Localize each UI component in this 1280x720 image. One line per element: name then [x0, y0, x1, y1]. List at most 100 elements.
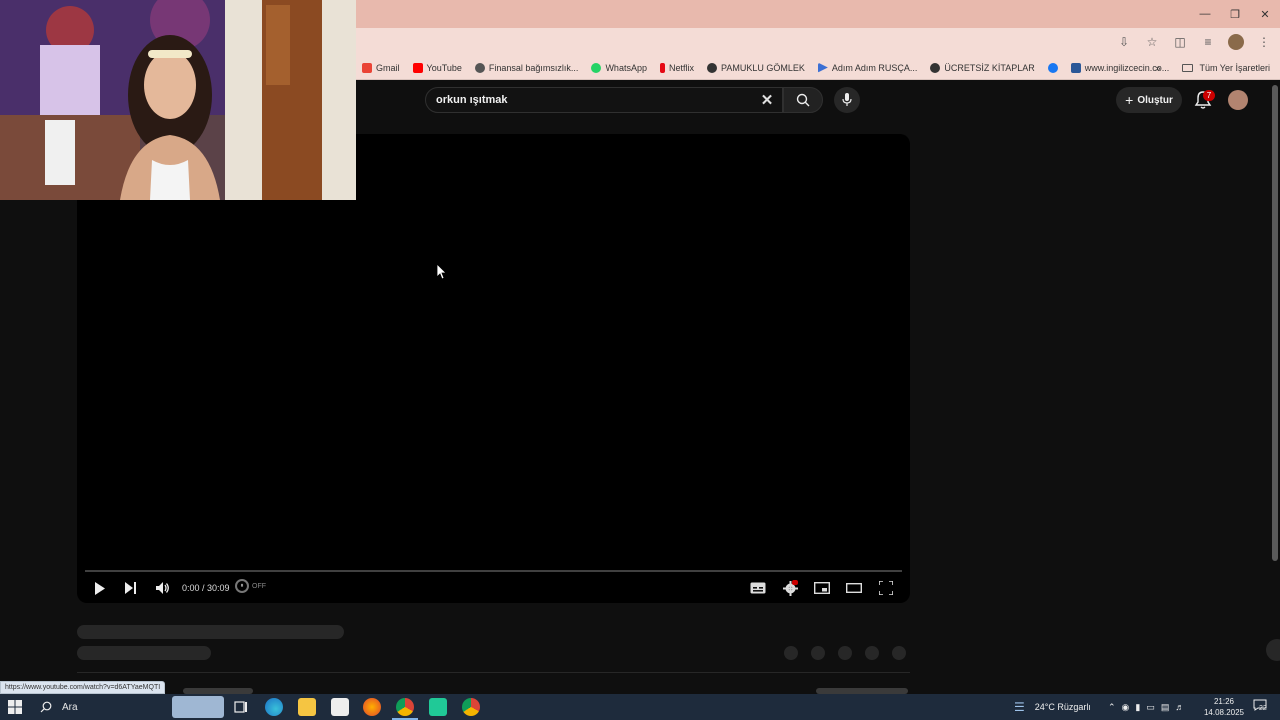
notification-count-badge: 7: [1203, 90, 1215, 101]
next-button[interactable]: [121, 578, 141, 598]
user-avatar[interactable]: [1228, 90, 1248, 110]
volume-icon: [156, 582, 169, 594]
restore-icon[interactable]: ❐: [1220, 0, 1250, 28]
store-icon[interactable]: [331, 698, 349, 716]
weather-widget[interactable]: ☰ 24°C Rüzgarlı: [1014, 694, 1091, 720]
create-label: Oluştur: [1137, 94, 1173, 106]
clock-time: 21:26: [1213, 697, 1235, 706]
display-icon[interactable]: ▭: [1146, 702, 1155, 713]
media-controls-icon[interactable]: ≡: [1200, 34, 1216, 50]
settings-button[interactable]: [780, 578, 800, 598]
microphone-icon[interactable]: ▮: [1135, 702, 1140, 713]
theater-icon: [846, 583, 862, 593]
subtitles-icon: [750, 582, 766, 594]
close-icon[interactable]: ✕: [1250, 0, 1280, 28]
chevron-up-icon[interactable]: ⌃: [1108, 702, 1116, 713]
theater-mode-button[interactable]: [844, 578, 864, 598]
link-status-bar: https://www.youtube.com/watch?v=d6ATYaeM…: [0, 681, 166, 694]
bookmark-kitaplar[interactable]: ÜCRETSİZ KİTAPLAR: [930, 62, 1035, 73]
search-highlight-image: [172, 696, 224, 718]
search-query: orkun ışıtmak: [436, 94, 508, 106]
more-bookmarks-icon[interactable]: »: [1155, 63, 1160, 73]
search-icon: [796, 93, 810, 107]
file-explorer-icon[interactable]: [298, 698, 316, 716]
camera-icon[interactable]: ◉: [1122, 702, 1130, 713]
bookmark-finansal[interactable]: Finansal bağımsızlık...: [474, 62, 578, 73]
globe-icon: [930, 62, 941, 73]
whatsapp-icon: [591, 62, 602, 73]
word-icon: [1070, 62, 1081, 73]
search-input[interactable]: orkun ışıtmak ✕: [425, 87, 783, 113]
menu-icon[interactable]: ⋮: [1256, 34, 1272, 50]
clear-search-icon[interactable]: ✕: [758, 91, 776, 109]
divider: [77, 672, 910, 673]
search-button[interactable]: [783, 87, 823, 113]
link-icon: [474, 62, 485, 73]
video-player[interactable]: 0:00 / 30:09 ⏸ OFF: [77, 134, 910, 603]
all-bookmarks-link[interactable]: Tüm Yer İşaretleri: [1199, 63, 1270, 73]
bookmark-rusca[interactable]: Adım Adım RUSÇA...: [817, 62, 917, 73]
voice-search-button[interactable]: [834, 87, 860, 113]
netflix-icon: [659, 62, 665, 73]
bookmark-whatsapp[interactable]: WhatsApp: [591, 62, 647, 73]
firefox-icon[interactable]: [363, 698, 381, 716]
profile-avatar[interactable]: [1228, 34, 1244, 50]
bookmark-gmail[interactable]: Gmail: [362, 62, 400, 73]
weather-text: 24°C Rüzgarlı: [1034, 702, 1091, 712]
volume-icon[interactable]: ♬: [1175, 702, 1184, 712]
action-placeholder: [784, 646, 798, 660]
mouse-cursor-icon: [437, 264, 447, 280]
bookmark-netflix[interactable]: Netflix: [659, 62, 694, 73]
minimize-icon[interactable]: —: [1190, 0, 1220, 28]
bookmark-facebook[interactable]: [1047, 62, 1058, 73]
bookmarks-right: » Tüm Yer İşaretleri: [1155, 56, 1270, 80]
bookmark-star-icon[interactable]: ☆: [1144, 34, 1160, 50]
notification-center-icon[interactable]: 22: [1253, 699, 1269, 715]
side-panel-button[interactable]: [1266, 639, 1280, 661]
webcam-feed-image: [0, 0, 356, 200]
globe-icon: [706, 62, 717, 73]
screen: — ❐ ✕ ⇩ ☆ ◫ ≡ ⋮ Gmail YouTube Finansal b…: [0, 0, 1280, 720]
time-display: 0:00 / 30:09: [182, 583, 230, 593]
chat-app-icon[interactable]: [429, 698, 447, 716]
plus-icon: +: [1125, 92, 1134, 108]
edge-icon[interactable]: [265, 698, 283, 716]
play-icon: [95, 581, 105, 595]
volume-button[interactable]: [153, 578, 173, 598]
webcam-overlay: [0, 0, 356, 200]
task-view-icon[interactable]: [232, 698, 250, 716]
action-placeholder: [892, 646, 906, 660]
action-placeholder: [865, 646, 879, 660]
autoplay-toggle[interactable]: ⏸ OFF: [235, 579, 266, 593]
install-app-icon[interactable]: ⇩: [1116, 34, 1132, 50]
autoplay-state: OFF: [252, 582, 266, 590]
page-scrollbar[interactable]: [1272, 85, 1278, 561]
taskbar-search[interactable]: Ara: [32, 694, 224, 720]
player-controls: 0:00 / 30:09 ⏸ OFF: [77, 574, 910, 602]
window-controls: — ❐ ✕: [1190, 0, 1280, 28]
bookmark-pamuklu[interactable]: PAMUKLU GÖMLEK: [706, 62, 805, 73]
taskbar-clock[interactable]: 21:26 14.08.2025: [1202, 696, 1246, 718]
toolbar-icons: ⇩ ☆ ◫ ≡ ⋮: [1116, 28, 1272, 56]
miniplayer-icon: [814, 582, 830, 594]
subtitles-button[interactable]: [748, 578, 768, 598]
clock-date: 14.08.2025: [1203, 708, 1245, 717]
chrome-icon[interactable]: [396, 698, 414, 716]
facebook-icon: [1047, 62, 1058, 73]
progress-bar[interactable]: [85, 570, 902, 572]
network-icon[interactable]: ▤: [1161, 702, 1170, 713]
action-placeholder: [811, 646, 825, 660]
bookmark-youtube[interactable]: YouTube: [412, 62, 462, 73]
channel-placeholder: [77, 646, 211, 660]
play-button[interactable]: [90, 578, 110, 598]
microphone-icon: [842, 93, 852, 106]
miniplayer-button[interactable]: [812, 578, 832, 598]
chrome-icon-2[interactable]: [462, 698, 480, 716]
weather-icon: ☰: [1014, 700, 1025, 714]
extensions-icon[interactable]: ◫: [1172, 34, 1188, 50]
fullscreen-button[interactable]: [876, 578, 896, 598]
create-button[interactable]: + Oluştur: [1116, 87, 1182, 113]
taskbar-search-label: Ara: [62, 701, 78, 713]
action-placeholder: [838, 646, 852, 660]
windows-start-icon[interactable]: [8, 700, 22, 714]
